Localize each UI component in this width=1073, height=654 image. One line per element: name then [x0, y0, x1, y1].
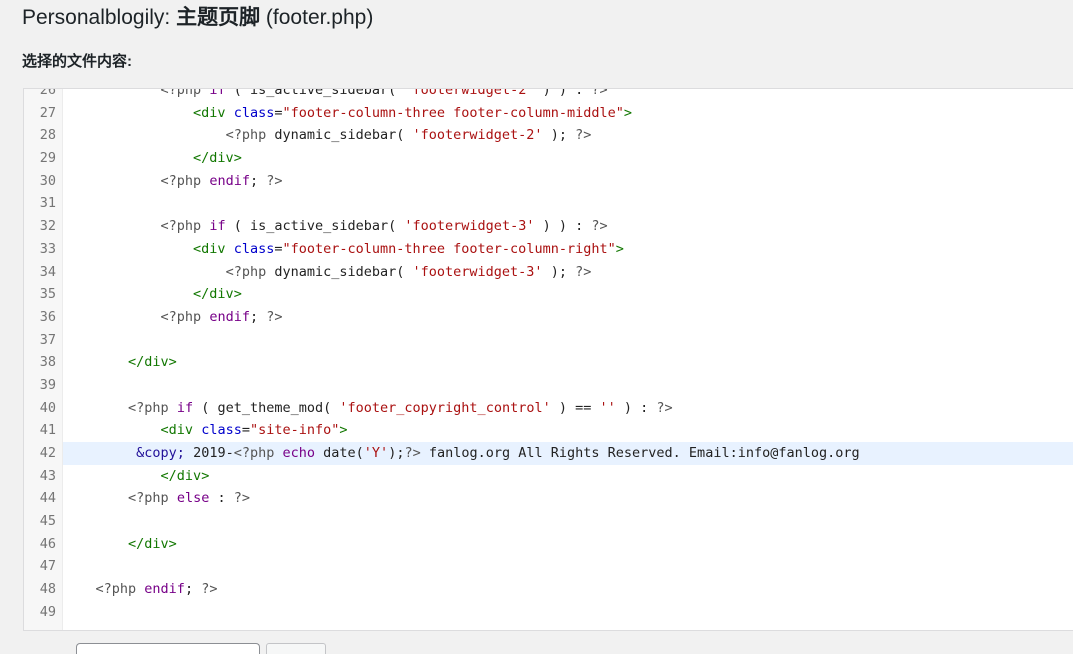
code-text[interactable]: </div>	[63, 533, 1073, 556]
code-editor[interactable]: 26 <?php if ( is_active_sidebar( 'footer…	[23, 88, 1073, 631]
page-title: Personalblogily: 主题页脚 (footer.php)	[22, 4, 373, 32]
selected-file-content-label: 选择的文件内容:	[22, 53, 132, 70]
line-number: 48	[39, 581, 56, 598]
documentation-select[interactable]	[76, 643, 260, 654]
line-number: 31	[39, 195, 56, 212]
code-line[interactable]: 36 <?php endif; ?>	[24, 306, 1073, 329]
code-line[interactable]: 41 <div class="site-info">	[24, 419, 1073, 442]
line-number: 35	[39, 286, 56, 303]
code-line[interactable]: 47	[24, 555, 1073, 578]
code-text[interactable]: <?php if ( get_theme_mod( 'footer_copyri…	[63, 397, 1073, 420]
code-text[interactable]	[63, 192, 1073, 215]
code-line[interactable]: 35 </div>	[24, 283, 1073, 306]
code-line[interactable]: 49	[24, 601, 1073, 624]
code-line[interactable]: 40 <?php if ( get_theme_mod( 'footer_cop…	[24, 397, 1073, 420]
line-number: 45	[39, 513, 56, 530]
code-line[interactable]: 34 <?php dynamic_sidebar( 'footerwidget-…	[24, 261, 1073, 284]
line-number: 36	[39, 308, 56, 325]
file-title: 主题页脚	[176, 6, 261, 29]
code-text[interactable]: </div>	[63, 283, 1073, 306]
code-line[interactable]: 46 </div>	[24, 533, 1073, 556]
code-text[interactable]: <?php endif; ?>	[63, 306, 1073, 329]
code-line[interactable]: 43 </div>	[24, 465, 1073, 488]
line-number: 46	[39, 535, 56, 552]
theme-name: Personalblogily:	[22, 6, 177, 29]
line-number: 33	[39, 240, 56, 257]
line-number: 28	[39, 127, 56, 144]
code-text[interactable]: <div class="footer-column-three footer-c…	[63, 238, 1073, 261]
code-line[interactable]: 33 <div class="footer-column-three foote…	[24, 238, 1073, 261]
code-text[interactable]	[63, 510, 1073, 533]
code-line[interactable]: 28 <?php dynamic_sidebar( 'footerwidget-…	[24, 124, 1073, 147]
code-line[interactable]: 27 <div class="footer-column-three foote…	[24, 102, 1073, 125]
line-number: 27	[39, 104, 56, 121]
code-line[interactable]: 30 <?php endif; ?>	[24, 170, 1073, 193]
code-text[interactable]	[63, 555, 1073, 578]
code-text[interactable]	[63, 329, 1073, 352]
line-number: 41	[39, 422, 56, 439]
code-text[interactable]: <div class="site-info">	[63, 419, 1073, 442]
code-text[interactable]: <?php dynamic_sidebar( 'footerwidget-2' …	[63, 124, 1073, 147]
code-line[interactable]: 29 </div>	[24, 147, 1073, 170]
code-lines[interactable]: 26 <?php if ( is_active_sidebar( 'footer…	[24, 88, 1073, 624]
code-line[interactable]: 44 <?php else : ?>	[24, 487, 1073, 510]
code-text[interactable]: <?php else : ?>	[63, 487, 1073, 510]
code-line[interactable]: 32 <?php if ( is_active_sidebar( 'footer…	[24, 215, 1073, 238]
code-text[interactable]: <?php if ( is_active_sidebar( 'footerwid…	[63, 89, 1073, 102]
line-number: 26	[39, 88, 56, 98]
code-line[interactable]: 48 <?php endif; ?>	[24, 578, 1073, 601]
line-number: 30	[39, 172, 56, 189]
code-text[interactable]	[63, 374, 1073, 397]
code-text[interactable]: </div>	[63, 147, 1073, 170]
line-number: 44	[39, 490, 56, 507]
code-line[interactable]: 31	[24, 192, 1073, 215]
code-line[interactable]: 38 </div>	[24, 351, 1073, 374]
code-text[interactable]	[63, 601, 1073, 624]
code-text[interactable]: <div class="footer-column-three footer-c…	[63, 102, 1073, 125]
line-number: 49	[39, 603, 56, 620]
code-line[interactable]: 26 <?php if ( is_active_sidebar( 'footer…	[24, 88, 1073, 102]
code-text[interactable]: </div>	[63, 465, 1073, 488]
lookup-button[interactable]	[266, 643, 326, 654]
line-number: 37	[39, 331, 56, 348]
line-number: 29	[39, 150, 56, 167]
code-line[interactable]: 37	[24, 329, 1073, 352]
line-number: 38	[39, 354, 56, 371]
code-text[interactable]: <?php if ( is_active_sidebar( 'footerwid…	[63, 215, 1073, 238]
line-number: 42	[39, 445, 56, 461]
line-number: 34	[39, 263, 56, 280]
code-text[interactable]: <?php endif; ?>	[63, 578, 1073, 601]
code-text[interactable]: <?php dynamic_sidebar( 'footerwidget-3' …	[63, 261, 1073, 284]
line-number: 47	[39, 558, 56, 575]
code-line[interactable]: 42 &copy; 2019-<?php echo date('Y');?> f…	[24, 442, 1073, 465]
line-number: 40	[39, 399, 56, 416]
file-name: (footer.php)	[260, 6, 374, 29]
line-number: 43	[39, 467, 56, 484]
code-text[interactable]: <?php endif; ?>	[63, 170, 1073, 193]
code-line[interactable]: 45	[24, 510, 1073, 533]
code-line[interactable]: 39	[24, 374, 1073, 397]
code-text[interactable]: &copy; 2019-<?php echo date('Y');?> fanl…	[63, 442, 1073, 465]
code-text[interactable]: </div>	[63, 351, 1073, 374]
line-number: 32	[39, 218, 56, 235]
line-number: 39	[39, 376, 56, 393]
